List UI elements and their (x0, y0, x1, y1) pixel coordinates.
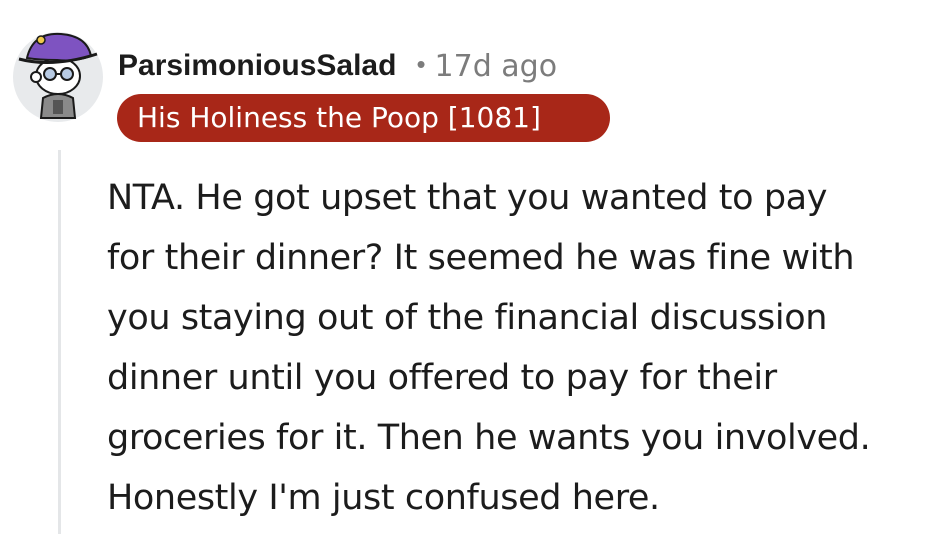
comment-body-line: groceries for it. Then he wants you invo… (107, 418, 871, 458)
comment-body-line: NTA. He got upset that you wanted to pay (107, 178, 828, 218)
user-flair-badge: His Holiness the Poop [1081] (117, 94, 610, 142)
username-link[interactable]: ParsimoniousSalad (118, 49, 396, 83)
thread-collapse-line[interactable] (58, 150, 61, 534)
comment-body-line: you staying out of the financial discuss… (107, 298, 827, 338)
comment-body-line: for their dinner? It seemed he was fine … (107, 238, 855, 278)
comment-body-line: dinner until you offered to pay for thei… (107, 358, 777, 398)
comment-header: ParsimoniousSalad • 17d ago (118, 44, 557, 88)
snoo-avatar-icon (13, 32, 103, 122)
meta-separator: • (416, 48, 426, 79)
comment-body-line: Honestly I'm just confused here. (107, 478, 660, 518)
user-avatar[interactable] (13, 26, 103, 122)
timestamp-link[interactable]: 17d ago (435, 49, 558, 84)
comment-body: NTA. He got upset that you wanted to pay… (107, 168, 941, 528)
